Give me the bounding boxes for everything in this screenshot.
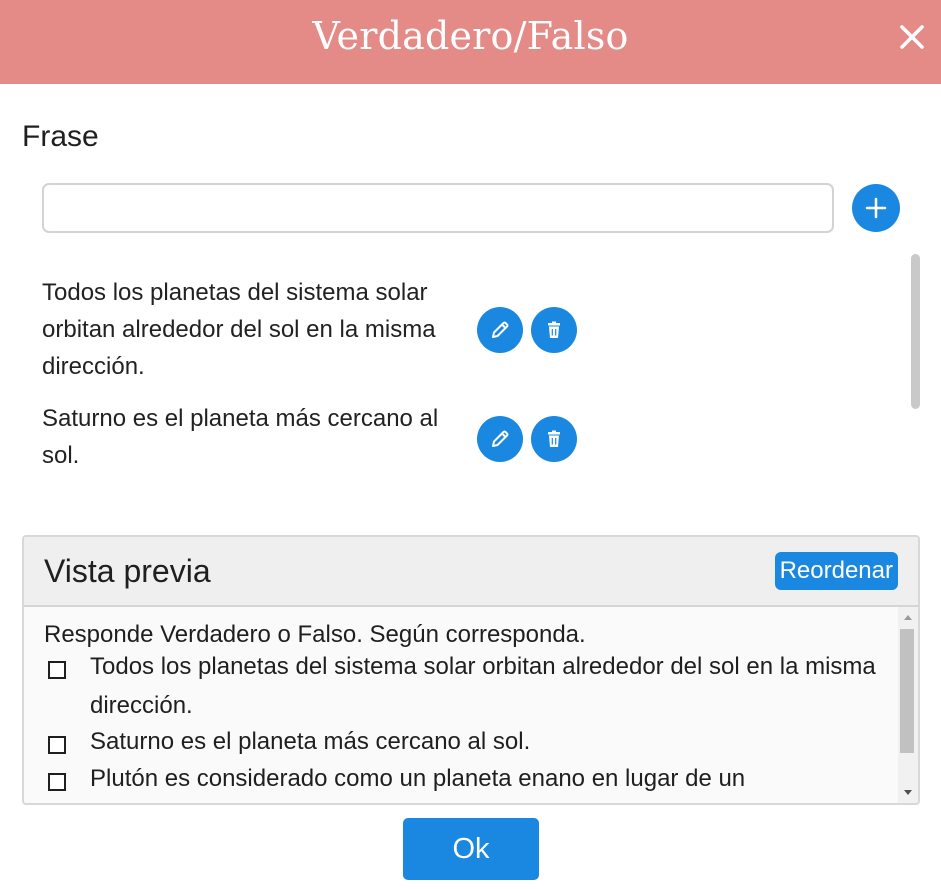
checkbox[interactable] [48,736,66,754]
reorder-button[interactable]: Reordenar [774,552,898,590]
checkbox[interactable] [48,773,66,791]
scrollbar-thumb[interactable] [900,629,914,753]
checkbox[interactable] [48,661,66,679]
trash-icon [548,430,560,447]
phrase-item-text: Saturno es el planeta más cercano al sol… [42,405,439,469]
preview-scrollbar[interactable] [898,607,918,803]
preview-item-text: Saturno es el planeta más cercano al sol… [90,728,531,755]
pencil-icon [492,430,509,447]
preview-instructions: Responde Verdadero o Falso. Según corres… [44,621,586,648]
close-button[interactable] [897,22,927,52]
phrase-list-scrollbar[interactable] [911,254,920,409]
preview-item-text: Plutón es considerado como un planeta en… [90,765,746,792]
phrase-input[interactable] [42,183,834,233]
pencil-icon [492,321,509,338]
dialog-title: Verdadero/Falso [312,14,629,58]
delete-phrase-button[interactable] [531,307,577,353]
section-label-frase: Frase [22,120,99,153]
edit-phrase-button[interactable] [477,416,523,462]
preview-title: Vista previa [44,553,211,589]
add-phrase-button[interactable] [852,184,900,232]
close-icon [900,25,924,49]
edit-phrase-button[interactable] [477,307,523,353]
preview-header: Vista previa Reordenar [24,537,918,607]
delete-phrase-button[interactable] [531,416,577,462]
dialog-header: Verdadero/Falso [0,0,941,84]
phrase-item-text: Todos los planetas del sistema solar orb… [42,279,436,380]
trash-icon [548,321,560,338]
preview-item-text: Todos los planetas del sistema solar orb… [90,653,876,719]
preview-content: Responde Verdadero o Falso. Según corres… [24,607,918,803]
plus-icon [865,197,887,219]
scroll-up-arrow-icon[interactable] [904,615,912,620]
scroll-down-arrow-icon[interactable] [904,790,912,795]
ok-button[interactable]: Ok [403,818,539,880]
preview-panel: Vista previa Reordenar Responde Verdader… [22,535,920,805]
